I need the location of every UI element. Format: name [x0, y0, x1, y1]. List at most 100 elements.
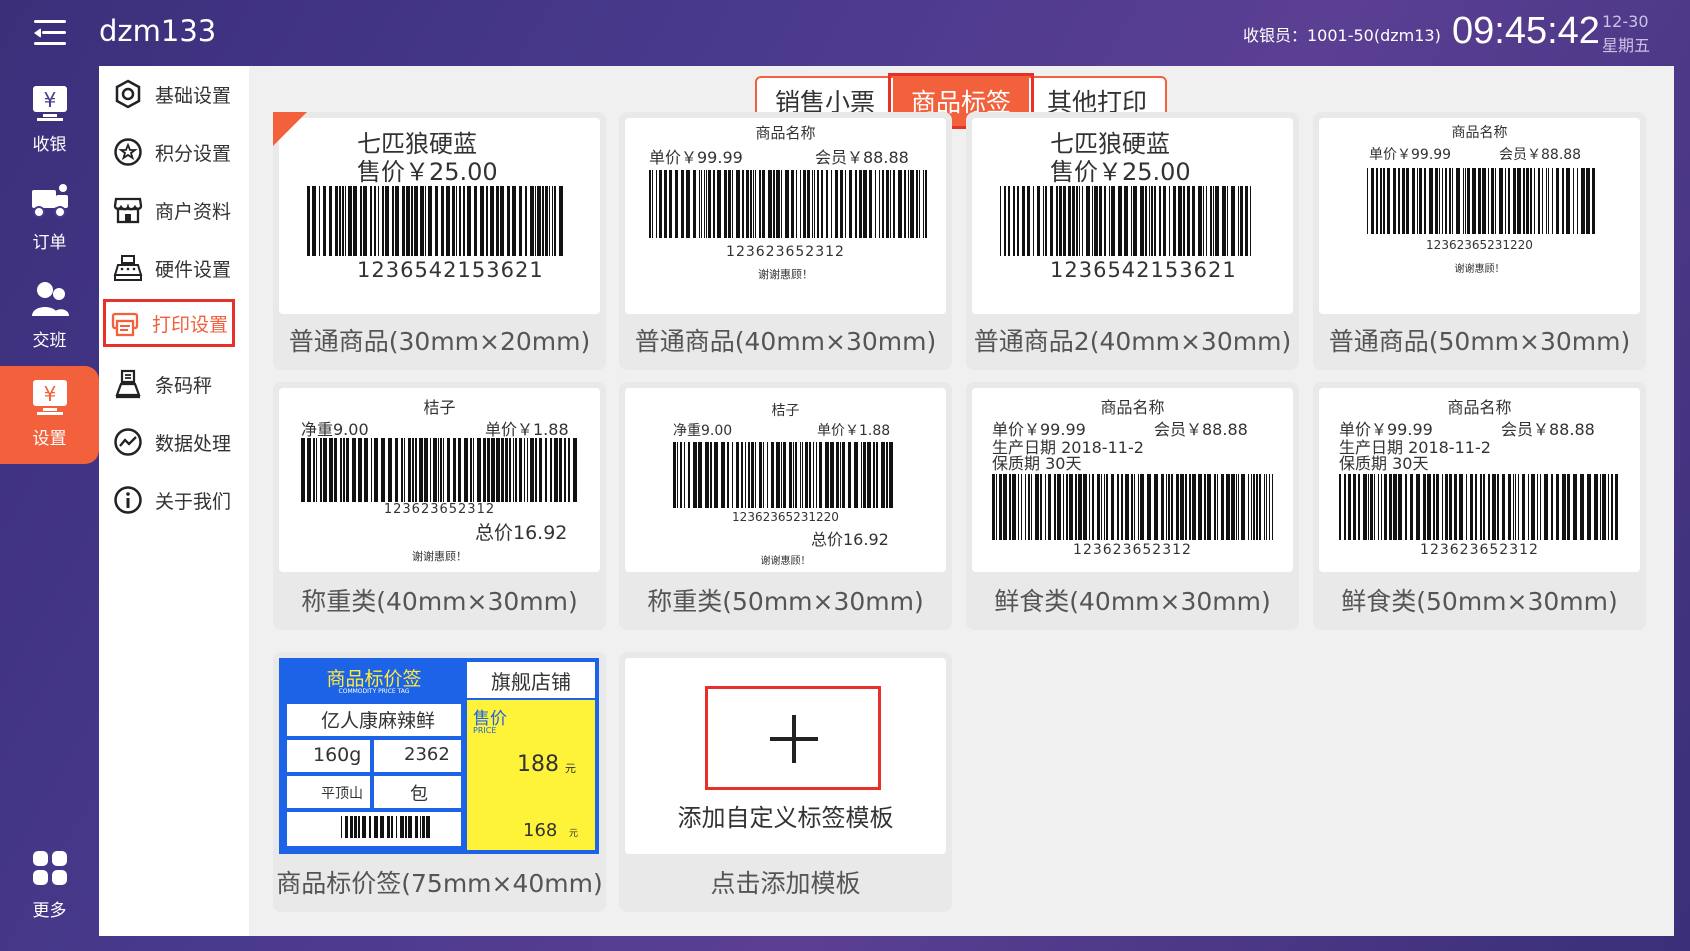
barcode-bar	[470, 438, 472, 502]
barcode-bar	[875, 170, 876, 238]
menu-label: 关于我们	[155, 490, 232, 513]
barcode-bar	[1008, 186, 1010, 256]
barcode-bar	[1140, 186, 1144, 256]
unit-price: 单价￥99.99	[649, 148, 743, 167]
barcode-bar	[395, 438, 398, 502]
label-preview: 商品名称 单价￥99.99 会员￥88.88 生产日期 2018-11-2 保质…	[972, 388, 1293, 572]
menu-item-data[interactable]: 数据处理	[109, 418, 249, 466]
barcode-bar	[1449, 474, 1452, 540]
barcode-bar	[1363, 474, 1367, 540]
barcode-bar	[401, 438, 403, 502]
barcode-bar	[1069, 474, 1073, 540]
barcode-bar	[1454, 474, 1457, 540]
barcode-bar	[1499, 168, 1503, 234]
template-card[interactable]: 商品标价签 COMMODITY PRICE TAG 旗舰店铺 亿人康麻辣鲜 16…	[273, 652, 606, 912]
menu-item-basic[interactable]: 基础设置	[109, 70, 249, 118]
barcode-bar	[1057, 474, 1061, 540]
barcode-bar	[452, 186, 455, 256]
barcode-bar	[568, 438, 570, 502]
template-card[interactable]: 桔子 净重9.00 单价￥1.88 123623652312 总价16.92 谢…	[273, 382, 606, 630]
barcode-bar	[698, 442, 702, 508]
barcode-bar	[1097, 474, 1100, 540]
barcode-bar	[1495, 168, 1496, 234]
barcode-bar	[825, 442, 829, 508]
nav-item-more[interactable]: 更多	[0, 838, 99, 936]
barcode-bar	[656, 170, 657, 238]
nav-label: 设置	[32, 429, 67, 449]
template-card[interactable]: 七匹狼硬蓝 售价￥25.00 1236542153621 普通商品2(40mm×…	[966, 112, 1299, 370]
barcode-bar	[1272, 474, 1273, 540]
barcode-bar	[559, 438, 562, 502]
barcode-bar	[1009, 474, 1011, 540]
barcode-bar	[736, 170, 740, 238]
barcode-bar	[1238, 474, 1239, 540]
barcode-bar	[537, 186, 541, 256]
template-card[interactable]: 七匹狼硬蓝 售价￥25.00 1236542153621 普通商品(30mm×2…	[273, 112, 606, 370]
barcode-bar	[819, 442, 822, 508]
barcode-bar	[814, 170, 815, 238]
menu-item-hardware[interactable]: 硬件设置	[109, 244, 249, 292]
barcode-bar	[323, 438, 327, 502]
barcode-bar	[1092, 186, 1093, 256]
barcode-bar	[545, 438, 547, 502]
add-template-area[interactable]: 添加自定义标签模板	[625, 658, 946, 854]
barcode-bar	[369, 816, 371, 838]
menu-item-print[interactable]: 打印设置	[103, 299, 235, 347]
nav-item-cashier[interactable]: ¥ 收银	[0, 72, 99, 170]
template-card[interactable]: 商品名称 单价￥99.99 会员￥88.88 生产日期 2018-11-2 保质…	[1313, 382, 1646, 630]
barcode-bar	[1445, 168, 1447, 234]
nav-item-shift[interactable]: 交班	[0, 268, 99, 366]
menu-item-merchant[interactable]: 商户资料	[109, 186, 249, 234]
menu-item-points[interactable]: 积分设置	[109, 128, 249, 176]
barcode-bar	[904, 170, 906, 238]
total-price: 总价16.92	[475, 522, 568, 544]
menu-item-barcode-scale[interactable]: 条码秤	[109, 360, 249, 408]
barcode-bar	[776, 442, 780, 508]
barcode-bar	[1433, 474, 1435, 540]
hamburger-menu-icon[interactable]	[34, 20, 66, 46]
net-weight: 净重9.00	[301, 420, 369, 439]
template-card[interactable]: 商品名称 单价￥99.99 会员￥88.88 生产日期 2018-11-2 保质…	[966, 382, 1299, 630]
add-template-card[interactable]: 添加自定义标签模板 点击添加模板	[619, 652, 952, 912]
barcode-bar	[1178, 186, 1182, 256]
barcode-bar	[1240, 186, 1243, 256]
add-template-button[interactable]	[705, 686, 881, 790]
barcode-bar	[1082, 186, 1083, 256]
barcode-bar	[477, 438, 481, 502]
barcode-bar	[1253, 474, 1255, 540]
barcode-bar	[395, 186, 399, 256]
unit-price: 单价￥99.99	[1369, 147, 1452, 163]
nav-item-settings[interactable]: ¥ 设置	[0, 366, 99, 464]
scale-icon	[113, 369, 143, 399]
barcode-bar	[1217, 474, 1218, 540]
barcode-bar	[1412, 168, 1415, 234]
price-tag-preview: 商品标价签 COMMODITY PRICE TAG 旗舰店铺 亿人康麻辣鲜 16…	[279, 658, 599, 854]
template-card[interactable]: 桔子 净重9.00 单价￥1.88 12362365231220 总价16.92…	[619, 382, 952, 630]
nav-item-order[interactable]: 订单	[0, 170, 99, 268]
barcode-bar	[464, 438, 468, 502]
barcode-bar	[1523, 168, 1525, 234]
top-bar: dzm133 收银员：1001-50(dzm13) 09:45:42 12-30…	[0, 0, 1690, 66]
barcode-bar	[1491, 168, 1494, 234]
barcode-bar	[861, 442, 862, 508]
menu-item-about[interactable]: 关于我们	[109, 476, 249, 524]
barcode-bar	[1250, 186, 1251, 256]
barcode-bar	[456, 186, 457, 256]
barcode-bar	[1452, 168, 1453, 234]
template-card[interactable]: 商品名称 单价￥99.99 会员￥88.88 12362365231220 谢谢…	[1313, 112, 1646, 370]
barcode-bar	[736, 442, 739, 508]
barcode-bar	[1442, 168, 1443, 234]
barcode-bar	[345, 816, 348, 838]
barcode-bar	[1134, 474, 1135, 540]
barcode-number: 123623652312	[1420, 542, 1539, 558]
barcode-bar	[796, 170, 797, 238]
barcode-bar	[1183, 186, 1185, 256]
barcode-bar	[1004, 186, 1006, 256]
barcode-bar	[1118, 186, 1122, 256]
template-card[interactable]: 商品名称 单价￥99.99 会员￥88.88 123623652312 谢谢惠顾…	[619, 112, 952, 370]
barcode-bar	[412, 438, 414, 502]
barcode-bar	[1176, 474, 1179, 540]
product-name: 商品名称	[1451, 125, 1508, 141]
barcode-bar	[385, 186, 389, 256]
label-preview: 桔子 净重9.00 单价￥1.88 123623652312 总价16.92 谢…	[279, 388, 600, 572]
